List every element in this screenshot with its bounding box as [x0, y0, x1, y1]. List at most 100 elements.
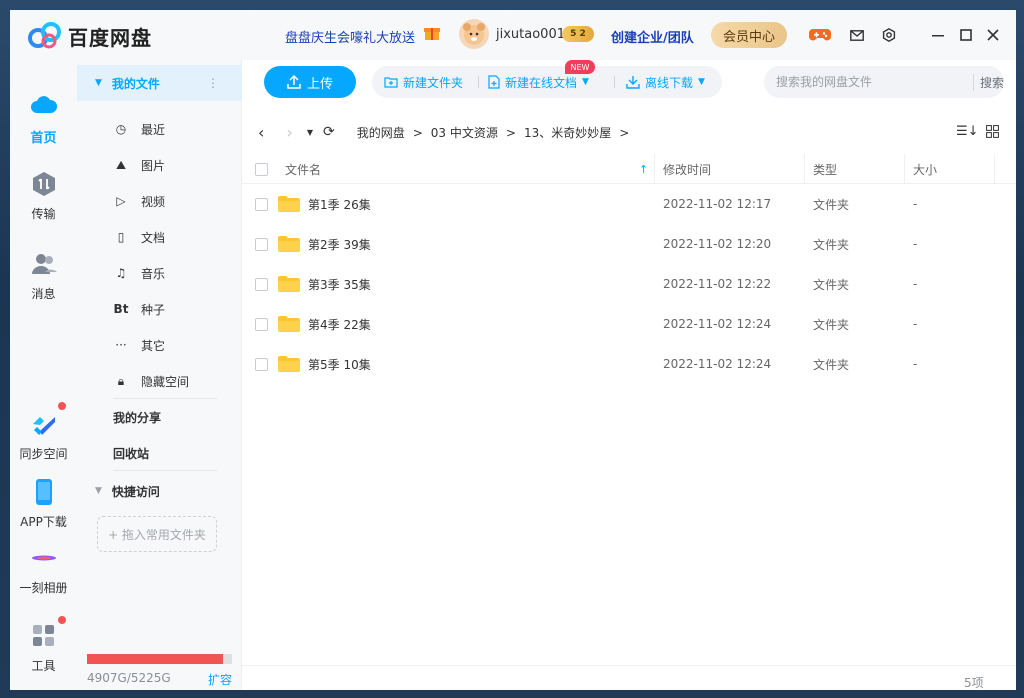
- close-icon[interactable]: [982, 24, 1004, 46]
- file-name[interactable]: 第2季 39集: [308, 224, 371, 264]
- settings-icon[interactable]: [878, 24, 900, 46]
- column-header-modified[interactable]: 修改时间: [663, 154, 711, 184]
- expand-storage-link[interactable]: 扩容: [208, 671, 232, 688]
- history-dropdown-icon[interactable]: ▼: [307, 128, 313, 137]
- table-row[interactable]: 第2季 39集 2022-11-02 12:20 文件夹 -: [242, 224, 1016, 264]
- nav-album[interactable]: 一刻相册: [10, 544, 77, 596]
- chevron-down-icon: ▼: [698, 77, 705, 87]
- file-name[interactable]: 第3季 35集: [308, 264, 371, 304]
- more-options-icon[interactable]: ⋮: [207, 76, 219, 90]
- divider: [904, 154, 905, 184]
- maximize-icon[interactable]: [955, 24, 977, 46]
- app-window: 百度网盘 盘盘庆生会嚎礼大放送 jixutao001 5 2 创建企业/团队 会…: [10, 10, 1016, 690]
- vip-center-button[interactable]: 会员中心: [711, 22, 787, 48]
- quick-access-dropzone[interactable]: + 拖入常用文件夹: [97, 516, 217, 552]
- nav-messages[interactable]: 消息: [10, 250, 77, 302]
- select-all-checkbox[interactable]: [255, 154, 268, 184]
- sidebar-item-images[interactable]: ⛰ 图片: [77, 147, 242, 183]
- row-checkbox[interactable]: [255, 224, 268, 264]
- minimize-icon[interactable]: [927, 24, 949, 46]
- breadcrumb-item[interactable]: 13、米奇妙妙屋: [524, 126, 611, 140]
- refresh-icon[interactable]: ⟳: [323, 124, 335, 140]
- sidebar-my-share[interactable]: 我的分享: [77, 399, 242, 435]
- search-input[interactable]: [764, 66, 1004, 98]
- search-button[interactable]: 搜索: [973, 74, 1004, 91]
- tools-notification-dot: [58, 616, 66, 624]
- path-bar: ‹ › ▼ ⟳ 我的网盘 >03 中文资源 >13、米奇妙妙屋 > ☰↓: [242, 112, 1016, 152]
- file-name[interactable]: 第4季 22集: [308, 304, 371, 344]
- column-header-type[interactable]: 类型: [813, 154, 837, 184]
- grid-view-icon[interactable]: [986, 125, 999, 141]
- item-count: 5项: [964, 676, 984, 690]
- gift-icon[interactable]: [423, 24, 441, 42]
- more-icon: ···: [115, 338, 127, 352]
- sidebar-item-recent[interactable]: ◷ 最近: [77, 111, 242, 147]
- nav-tools[interactable]: 工具: [10, 616, 77, 674]
- file-name[interactable]: 第1季 26集: [308, 184, 371, 224]
- sidebar-item-label: 视频: [141, 194, 166, 209]
- offline-download-label: 离线下载: [645, 75, 694, 90]
- breadcrumb-separator: >: [505, 125, 516, 140]
- file-size: -: [913, 197, 918, 211]
- file-size: -: [913, 357, 918, 371]
- tools-icon: [32, 625, 54, 646]
- sidebar-item-videos[interactable]: ▷ 视频: [77, 183, 242, 219]
- breadcrumb-item[interactable]: 我的网盘: [357, 126, 405, 140]
- sidebar-item-documents[interactable]: ▯ 文档: [77, 219, 242, 255]
- sidebar-item-music[interactable]: ♫ 音乐: [77, 255, 242, 291]
- table-row[interactable]: 第5季 10集 2022-11-02 12:24 文件夹 -: [242, 344, 1016, 384]
- sidebar-item-torrents[interactable]: Bt 种子: [77, 291, 242, 327]
- vip-level-badge: 5 2: [562, 26, 594, 42]
- column-header-size[interactable]: 大小: [913, 154, 937, 184]
- create-enterprise-link[interactable]: 创建企业/团队: [611, 27, 694, 46]
- gamepad-icon[interactable]: [809, 24, 831, 46]
- back-button[interactable]: ‹: [258, 123, 264, 142]
- new-doc-icon: [488, 75, 500, 89]
- chevron-down-icon: ▼: [582, 77, 589, 87]
- breadcrumb-separator: >: [619, 125, 630, 140]
- sidebar-item-label: 种子: [141, 302, 166, 317]
- download-icon: [626, 76, 640, 89]
- row-checkbox[interactable]: [255, 344, 268, 384]
- nav-app-download[interactable]: APP下载: [10, 478, 77, 530]
- sort-icon[interactable]: ☰↓: [956, 124, 979, 139]
- new-folder-button[interactable]: 新建文件夹: [384, 66, 463, 98]
- file-modified: 2022-11-02 12:20: [663, 237, 772, 251]
- title-bar: 百度网盘 盘盘庆生会嚎礼大放送 jixutao001 5 2 创建企业/团队 会…: [10, 10, 1016, 60]
- row-checkbox[interactable]: [255, 304, 268, 344]
- promo-link[interactable]: 盘盘庆生会嚎礼大放送: [285, 27, 415, 46]
- bt-icon: Bt: [113, 302, 129, 316]
- album-icon: [31, 555, 56, 561]
- forward-button[interactable]: ›: [286, 123, 292, 142]
- column-header-name[interactable]: 文件名: [285, 154, 321, 184]
- nav-sync-space[interactable]: 同步空间: [10, 402, 77, 462]
- breadcrumb-item[interactable]: 03 中文资源: [431, 126, 498, 140]
- avatar-image-icon: [463, 23, 485, 45]
- username[interactable]: jixutao001: [496, 27, 565, 42]
- nav-transfer[interactable]: 传输: [10, 170, 77, 222]
- sidebar-quick-access[interactable]: ▼ 快捷访问: [77, 473, 242, 509]
- main-content: 上传 新建文件夹 新建在线文档 ▼ 离线下载 ▼ NEW 搜索 ‹: [242, 60, 1016, 690]
- sort-ascending-icon: ↑: [639, 162, 649, 176]
- table-row[interactable]: 第4季 22集 2022-11-02 12:24 文件夹 -: [242, 304, 1016, 344]
- storage-quota-bar: [87, 654, 232, 664]
- upload-button[interactable]: 上传: [264, 66, 356, 98]
- table-row[interactable]: 第1季 26集 2022-11-02 12:17 文件夹 -: [242, 184, 1016, 224]
- baidu-netdisk-logo-icon: [28, 22, 61, 49]
- user-avatar[interactable]: [459, 19, 489, 49]
- mail-icon[interactable]: [846, 24, 868, 46]
- file-name[interactable]: 第5季 10集: [308, 344, 371, 384]
- row-checkbox[interactable]: [255, 184, 268, 224]
- offline-download-button[interactable]: 离线下载 ▼: [626, 66, 705, 98]
- row-checkbox[interactable]: [255, 264, 268, 304]
- sidebar-my-files[interactable]: ▼ 我的文件 ⋮: [77, 65, 242, 101]
- sidebar-item-label: 音乐: [141, 266, 166, 281]
- table-row[interactable]: 第3季 35集 2022-11-02 12:22 文件夹 -: [242, 264, 1016, 304]
- divider: [113, 470, 217, 471]
- sidebar-item-other[interactable]: ··· 其它: [77, 327, 242, 363]
- nav-home[interactable]: 首页: [10, 92, 77, 146]
- sync-icon: [32, 417, 55, 435]
- new-badge: NEW: [565, 60, 595, 74]
- sidebar-recycle-bin[interactable]: 回收站: [77, 435, 242, 471]
- sidebar-item-hidden-space[interactable]: 🔒︎ 隐藏空间: [77, 363, 242, 399]
